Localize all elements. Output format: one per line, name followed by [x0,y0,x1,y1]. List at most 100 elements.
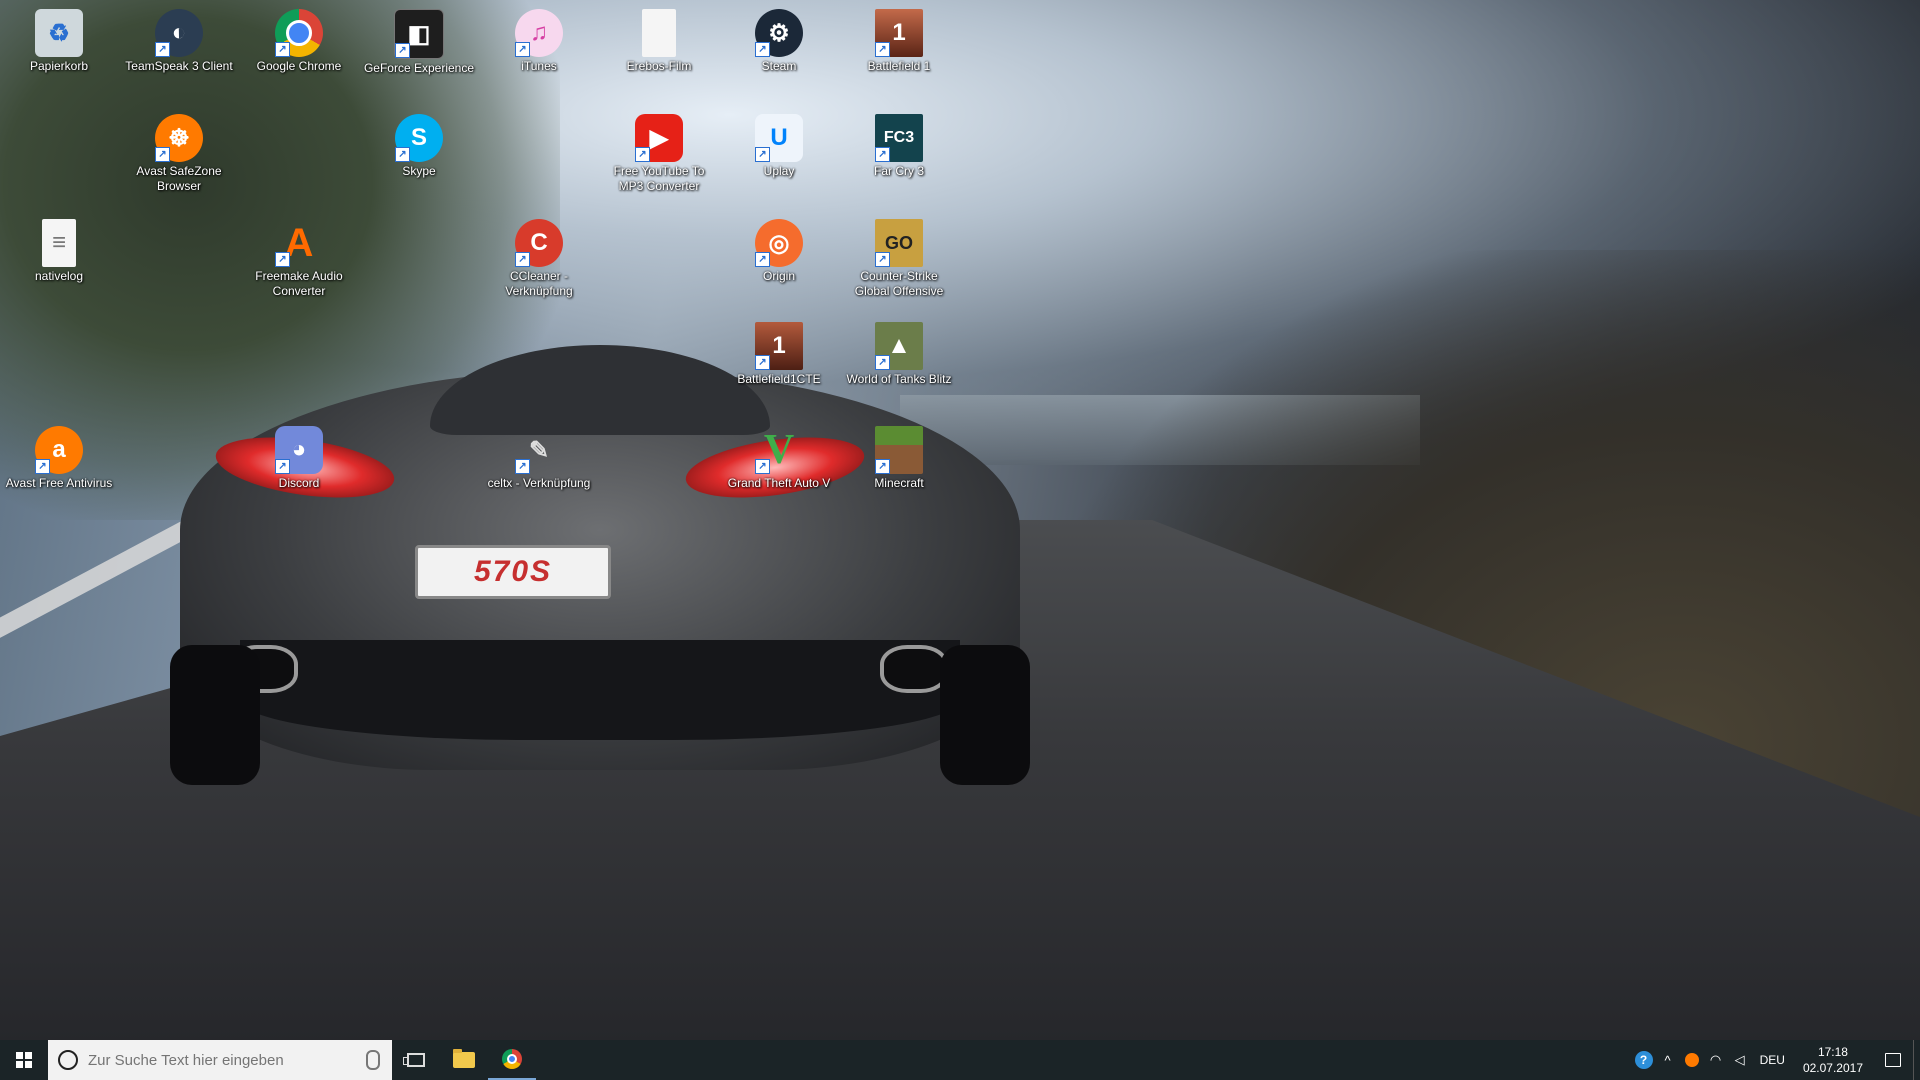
input-language-indicator[interactable]: DEU [1752,1053,1793,1067]
shortcut-arrow-icon: ↗ [275,459,290,474]
avast-glyph: a [52,436,66,463]
ccleaner-glyph: C [530,229,548,256]
teamspeak-glyph: ◐ [171,19,187,46]
shortcut-arrow-icon: ↗ [35,459,50,474]
avast-tray-button[interactable] [1680,1040,1704,1080]
desktop-icon-label: TeamSpeak 3 Client [125,59,233,73]
shortcut-arrow-icon: ↗ [755,355,770,370]
uplay-icon: U ↗ [755,114,803,162]
desktop-icon-csgo[interactable]: GO ↗ Counter-Strike Global Offensive [840,215,958,315]
microphone-icon[interactable] [366,1050,380,1070]
show-desktop-button[interactable] [1913,1040,1920,1080]
desktop-icon-label: Battlefield 1 [867,59,931,73]
desktop-icon-steam[interactable]: ⚙ ↗ Steam [720,5,838,105]
desktop-icon-far-cry-3[interactable]: FC3 ↗ Far Cry 3 [840,110,958,210]
file-explorer-button[interactable] [440,1040,488,1080]
steam-icon: ⚙ ↗ [755,9,803,57]
shortcut-arrow-icon: ↗ [515,252,530,267]
desktop-icon-label: Freemake Audio Converter [255,269,343,298]
desktop-icon-ccleaner[interactable]: C ↗ CCleaner - Verknüpfung [480,215,598,315]
avast-tray-icon [1684,1053,1699,1067]
task-view-button[interactable] [392,1040,440,1080]
show-hidden-icons-button[interactable]: ^ [1656,1040,1680,1080]
search-input[interactable] [86,1050,360,1070]
celtx-glyph: ✎ [528,436,550,464]
desktop-icon-avast-antivirus[interactable]: a ↗ Avast Free Antivirus [0,422,118,522]
desktop-icon-skype[interactable]: S ↗ Skype [360,110,478,210]
desktop-icon-geforce-experience[interactable]: ◧ ↗ GeForce Experience [360,5,478,105]
desktop-icon-freemake[interactable]: A ↗ Freemake Audio Converter [240,215,358,315]
desktop-icon-label: Steam [761,59,797,73]
help-icon: ? [1634,1051,1653,1069]
clock[interactable]: 17:18 02.07.2017 [1793,1044,1873,1076]
chrome-taskbar-button[interactable] [488,1040,536,1080]
shortcut-arrow-icon: ↗ [635,147,650,162]
desktop-icon-label: Battlefield1CTE [737,372,821,386]
desktop-icon-label: Avast Free Antivirus [5,476,113,490]
wot-glyph: ▲ [887,332,911,359]
search-box[interactable] [48,1040,392,1080]
farcry3-icon: FC3 ↗ [875,114,923,162]
desktop-icon-uplay[interactable]: U ↗ Uplay [720,110,838,210]
discord-glyph: ◕ [291,436,307,463]
discord-icon: ◕ ↗ [275,426,323,474]
itunes-icon: ♫ ↗ [515,9,563,57]
shortcut-arrow-icon: ↗ [515,42,530,57]
skype-icon: S ↗ [395,114,443,162]
shortcut-arrow-icon: ↗ [395,147,410,162]
steam-glyph: ⚙ [768,19,790,47]
desktop-icon-label: Far Cry 3 [873,164,924,178]
desktop-icon-erebos-film[interactable]: Erebos-Film [600,5,718,105]
desktop-icon-avast-safezone[interactable]: ☸ ↗ Avast SafeZone Browser [120,110,238,210]
help-tray-button[interactable]: ? [1632,1040,1656,1080]
shortcut-arrow-icon: ↗ [755,252,770,267]
desktop-icon-papierkorb[interactable]: ♻ Papierkorb [0,5,118,105]
recycle-bin-icon: ♻ [35,9,83,57]
task-view-icon [403,1053,425,1067]
shortcut-arrow-icon: ↗ [875,355,890,370]
system-tray: ? ^ ◠ ◁ DEU 17:18 02.07.2017 [1632,1040,1920,1080]
desktop-icon-grid: ♻ Papierkorb ◐ ↗ TeamSpeak 3 Client ↗ Goo… [0,0,1920,1040]
desktop-icon-youtube-mp3[interactable]: ▶ ↗ Free YouTube To MP3 Converter [600,110,718,210]
desktop-icon-label: Google Chrome [256,59,342,73]
desktop-icon-label: Uplay [763,164,795,178]
youtube-mp3-icon: ▶ ↗ [635,114,683,162]
desktop-icon-discord[interactable]: ◕ ↗ Discord [240,422,358,522]
desktop-icon-gta-v[interactable]: V ↗ Grand Theft Auto V [720,422,838,522]
desktop-icon-nativelog[interactable]: ≡ nativelog [0,215,118,315]
desktop-icon-itunes[interactable]: ♫ ↗ iTunes [480,5,598,105]
shortcut-arrow-icon: ↗ [875,147,890,162]
desktop-icon-minecraft[interactable]: ▦↗ Minecraft [840,422,958,522]
document-icon [642,9,676,57]
farcry-glyph: FC3 [883,129,915,146]
start-button[interactable] [0,1040,48,1080]
csgo-icon: GO ↗ [875,219,923,267]
desktop-icon-label: Counter-Strike Global Offensive [854,269,944,298]
battlefield-glyph: 1 [892,19,906,46]
shortcut-arrow-icon: ↗ [275,42,290,57]
desktop-icon-label: Grand Theft Auto V [727,476,831,490]
desktop-icon-battlefield-1-cte[interactable]: 1 ↗ Battlefield1CTE [720,318,838,418]
shortcut-arrow-icon: ↗ [155,42,170,57]
folder-icon [453,1049,475,1068]
shortcut-arrow-icon: ↗ [755,42,770,57]
action-center-button[interactable] [1873,1040,1913,1080]
desktop-icon-battlefield-1[interactable]: 1 ↗ Battlefield 1 [840,5,958,105]
shortcut-arrow-icon: ↗ [875,252,890,267]
network-tray-button[interactable]: ◠ [1704,1040,1728,1080]
shortcut-arrow-icon: ↗ [395,43,410,58]
wifi-icon: ◠ [1709,1052,1722,1067]
geforce-icon: ◧ ↗ [394,9,444,59]
desktop-icon-celtx[interactable]: ✎ ↗ celtx - Verknüpfung [480,422,598,522]
desktop-icon-teamspeak[interactable]: ◐ ↗ TeamSpeak 3 Client [120,5,238,105]
clock-time: 17:18 [1817,1045,1848,1059]
desktop-icon-origin[interactable]: ◎ ↗ Origin [720,215,838,315]
chevron-up-icon: ^ [1664,1052,1671,1068]
shortcut-arrow-icon: ↗ [875,459,890,474]
geforce-glyph: ◧ [407,20,431,48]
desktop-icon-wot-blitz[interactable]: ▲ ↗ World of Tanks Blitz [840,318,958,418]
chrome-icon [502,1049,522,1069]
shortcut-arrow-icon: ↗ [755,459,770,474]
desktop-icon-google-chrome[interactable]: ↗ Google Chrome [240,5,358,105]
volume-tray-button[interactable]: ◁ [1728,1040,1752,1080]
